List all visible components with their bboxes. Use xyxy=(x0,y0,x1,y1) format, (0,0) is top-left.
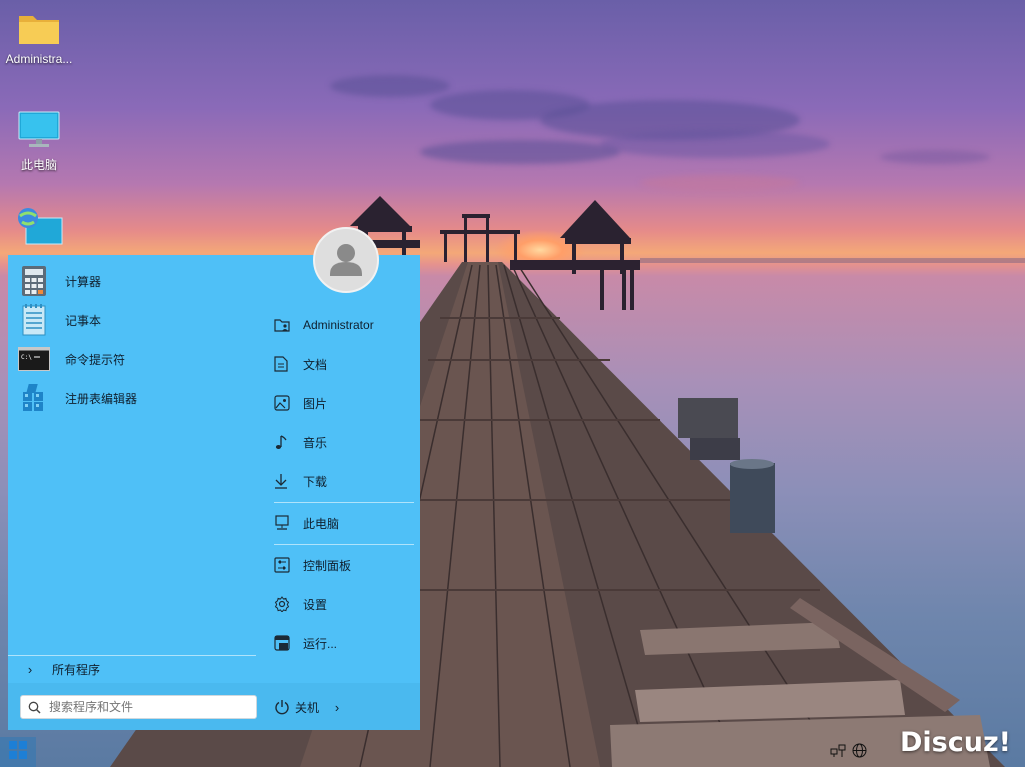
control-panel-icon xyxy=(274,557,296,573)
place-item-music[interactable]: 音乐 xyxy=(274,427,414,457)
system-tray xyxy=(830,737,875,767)
place-label: 下载 xyxy=(303,474,328,489)
place-label: 文档 xyxy=(303,357,328,372)
start-button[interactable] xyxy=(0,737,36,767)
place-label: 设置 xyxy=(303,597,328,612)
program-item-registry-editor[interactable]: 注册表编辑器 xyxy=(18,380,258,416)
place-label: 此电脑 xyxy=(303,516,340,531)
picture-icon xyxy=(274,395,296,411)
svg-text:C:\: C:\ xyxy=(21,354,32,361)
watermark-logo: Discuz! xyxy=(900,727,1011,758)
program-label: 计算器 xyxy=(65,274,102,289)
place-item-pictures[interactable]: 图片 xyxy=(274,388,414,418)
registry-editor-icon xyxy=(18,382,50,414)
settings-icon xyxy=(274,596,296,612)
run-icon xyxy=(274,635,296,651)
windows-logo-icon xyxy=(8,740,28,765)
program-label: 注册表编辑器 xyxy=(65,391,138,406)
place-label: 控制面板 xyxy=(303,558,352,573)
place-label: 音乐 xyxy=(303,435,328,450)
place-item-downloads[interactable]: 下载 xyxy=(274,466,414,496)
all-programs-button[interactable]: › 所有程序 xyxy=(8,655,256,683)
desktop-icon-label: 此电脑 xyxy=(20,158,57,172)
place-item-control-panel[interactable]: 控制面板 xyxy=(274,550,414,580)
search-icon xyxy=(21,701,47,714)
program-label: 记事本 xyxy=(65,313,102,328)
start-menu-bottom-bar: 关机 › xyxy=(8,683,420,730)
program-label: 命令提示符 xyxy=(65,352,126,367)
desktop-icon-administrator[interactable]: Administra... xyxy=(0,10,78,66)
place-label: Administrator xyxy=(303,318,374,332)
place-label: 图片 xyxy=(303,396,328,411)
computer-icon xyxy=(274,515,296,531)
notepad-icon xyxy=(18,304,50,336)
search-box[interactable] xyxy=(20,695,257,719)
desktop-icon-this-pc[interactable]: 此电脑 xyxy=(0,110,78,173)
place-item-this-pc[interactable]: 此电脑 xyxy=(274,508,414,538)
program-item-calculator[interactable]: 计算器 xyxy=(18,263,258,299)
music-icon xyxy=(274,434,296,450)
user-avatar[interactable] xyxy=(313,227,379,293)
place-item-run[interactable]: 运行... xyxy=(274,628,414,658)
chevron-right-icon: › xyxy=(334,699,340,715)
computer-icon xyxy=(17,110,61,150)
shutdown-options-button[interactable]: › xyxy=(330,696,344,718)
calculator-icon xyxy=(18,265,50,297)
user-folder-icon xyxy=(274,317,296,333)
places-divider xyxy=(274,502,414,503)
folder-icon xyxy=(17,10,61,46)
places-divider xyxy=(274,544,414,545)
start-menu: 计算器 记事本 C:\ 命令提示符 注册表编辑器 › 所有程序 Administ… xyxy=(8,227,420,730)
command-prompt-icon: C:\ xyxy=(18,343,50,375)
document-icon xyxy=(274,356,296,372)
place-item-settings[interactable]: 设置 xyxy=(274,589,414,619)
program-list: 计算器 记事本 C:\ 命令提示符 注册表编辑器 › 所有程序 xyxy=(8,255,263,682)
network-icon xyxy=(14,206,64,250)
program-item-command-prompt[interactable]: C:\ 命令提示符 xyxy=(18,341,258,377)
shutdown-button[interactable]: 关机 xyxy=(274,696,319,718)
all-programs-label: 所有程序 xyxy=(52,663,101,677)
place-label: 运行... xyxy=(303,636,338,651)
download-icon xyxy=(274,473,296,489)
globe-icon[interactable] xyxy=(852,743,867,761)
place-item-administrator[interactable]: Administrator xyxy=(274,310,414,340)
place-item-documents[interactable]: 文档 xyxy=(274,349,414,379)
desktop-icon-network[interactable] xyxy=(0,206,78,256)
network-icon[interactable] xyxy=(830,744,846,761)
search-input[interactable] xyxy=(47,699,256,715)
chevron-right-icon: › xyxy=(27,662,33,677)
desktop-icon-label: Administra... xyxy=(5,52,73,66)
shutdown-label: 关机 xyxy=(295,700,320,715)
power-icon xyxy=(274,699,290,715)
program-item-notepad[interactable]: 记事本 xyxy=(18,302,258,338)
